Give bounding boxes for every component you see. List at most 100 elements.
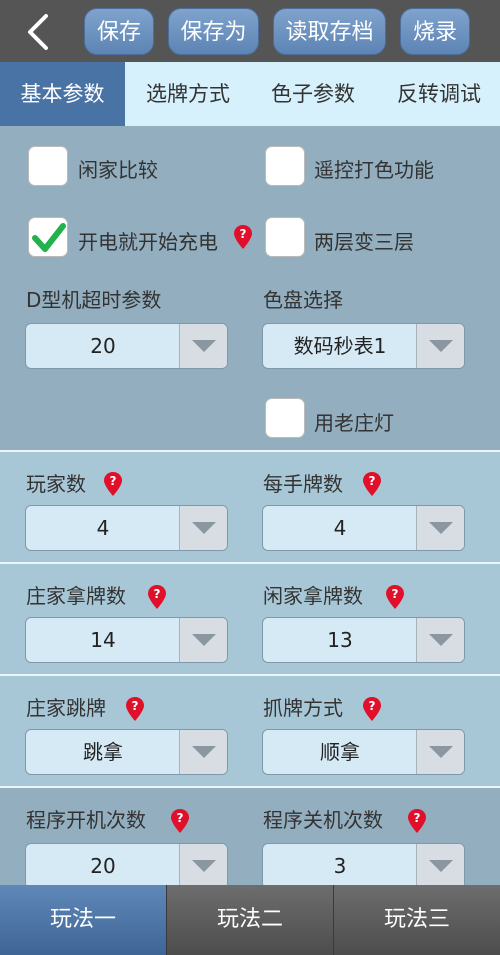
top-toolbar: 保存 保存为 读取存档 烧录 — [0, 0, 500, 62]
players-label: 玩家数 — [26, 472, 86, 496]
bottom-tab-mode-two[interactable]: 玩法二 — [167, 885, 334, 955]
tab-card-selection[interactable]: 选牌方式 — [128, 62, 248, 126]
chevron-left-icon — [28, 14, 48, 50]
dropdown-arrow[interactable] — [416, 506, 464, 550]
power-on-value: 20 — [90, 854, 116, 878]
idle-take-value: 13 — [327, 628, 353, 652]
dropdown-arrow[interactable] — [416, 730, 464, 774]
triangle-down-icon — [192, 634, 216, 646]
banker-jump-value: 跳拿 — [83, 740, 123, 764]
kai-dian-label: 开电就开始充电 — [78, 230, 218, 254]
banker-jump-label: 庄家跳牌 — [26, 696, 106, 720]
grab-mode-value: 顺拿 — [320, 740, 360, 764]
grab-mode-help-icon[interactable]: ? — [362, 696, 382, 722]
power-off-help-icon[interactable]: ? — [407, 808, 427, 834]
save-button[interactable]: 保存 — [84, 8, 154, 55]
triangle-down-icon — [429, 746, 453, 758]
tab-dice-params[interactable]: 色子参数 — [252, 62, 374, 126]
power-on-label: 程序开机次数 — [26, 808, 146, 832]
banker-take-label: 庄家拿牌数 — [26, 584, 126, 608]
idle-take-select[interactable]: 13 — [262, 617, 465, 663]
grab-mode-select[interactable]: 顺拿 — [262, 729, 465, 775]
banker-take-value: 14 — [90, 628, 116, 652]
per-hand-select[interactable]: 4 — [262, 505, 465, 551]
lao-zhuang-deng-label: 用老庄灯 — [314, 411, 394, 435]
power-off-label: 程序关机次数 — [263, 808, 383, 832]
svg-text:?: ? — [369, 474, 376, 488]
triangle-down-icon — [429, 860, 453, 872]
draw-mode-section: 庄家跳牌 ? 跳拿 抓牌方式 ? 顺拿 — [0, 676, 500, 786]
tab-basic-params[interactable]: 基本参数 — [0, 62, 125, 126]
lao-zhuang-deng-checkbox[interactable] — [265, 398, 305, 438]
triangle-down-icon — [192, 860, 216, 872]
tab-bar: 基本参数 选牌方式 色子参数 反转调试 — [0, 62, 500, 126]
dropdown-arrow[interactable] — [416, 844, 464, 885]
yao-kong-label: 遥控打色功能 — [314, 158, 434, 182]
power-count-section: 程序开机次数 ? 20 程序关机次数 ? 3 — [0, 788, 500, 885]
player-settings-section: 玩家数 ? 4 每手牌数 ? 4 — [0, 452, 500, 562]
bottom-tab-bar: 玩法一 玩法二 玩法三 — [0, 885, 500, 955]
power-on-select[interactable]: 20 — [25, 843, 228, 885]
xian-jia-bi-jiao-checkbox[interactable] — [28, 146, 68, 186]
se-pan-label: 色盘选择 — [263, 288, 343, 312]
idle-take-label: 闲家拿牌数 — [263, 584, 363, 608]
power-on-help-icon[interactable]: ? — [170, 808, 190, 834]
svg-text:?: ? — [154, 587, 161, 601]
banker-take-help-icon[interactable]: ? — [147, 584, 167, 610]
bottom-tab-mode-one[interactable]: 玩法一 — [0, 885, 167, 955]
banker-jump-select[interactable]: 跳拿 — [25, 729, 228, 775]
dropdown-arrow[interactable] — [179, 730, 227, 774]
svg-text:?: ? — [240, 227, 247, 241]
kai-dian-help-icon[interactable]: ? — [233, 224, 253, 250]
power-off-value: 3 — [333, 854, 347, 878]
se-pan-select[interactable]: 数码秒表1 — [262, 323, 465, 369]
per-hand-value: 4 — [333, 516, 347, 540]
svg-text:?: ? — [110, 474, 117, 488]
save-as-button[interactable]: 保存为 — [168, 8, 259, 55]
d-timeout-label: D型机超时参数 — [26, 288, 162, 312]
bottom-tab-mode-three[interactable]: 玩法三 — [334, 885, 500, 955]
svg-text:?: ? — [132, 699, 139, 713]
banker-jump-help-icon[interactable]: ? — [125, 696, 145, 722]
svg-text:?: ? — [392, 587, 399, 601]
tab-reverse-debug[interactable]: 反转调试 — [378, 62, 500, 126]
dropdown-arrow[interactable] — [179, 324, 227, 368]
back-button[interactable] — [22, 12, 56, 52]
dropdown-arrow[interactable] — [179, 506, 227, 550]
svg-text:?: ? — [414, 811, 421, 825]
liang-ceng-label: 两层变三层 — [314, 230, 414, 254]
triangle-down-icon — [192, 522, 216, 534]
banker-take-select[interactable]: 14 — [25, 617, 228, 663]
per-hand-help-icon[interactable]: ? — [362, 471, 382, 497]
checkmark-icon — [32, 223, 66, 252]
burn-button[interactable]: 烧录 — [400, 8, 470, 55]
load-archive-button[interactable]: 读取存档 — [273, 8, 386, 55]
take-count-section: 庄家拿牌数 ? 14 闲家拿牌数 ? 13 — [0, 564, 500, 674]
dropdown-arrow[interactable] — [416, 324, 464, 368]
dropdown-arrow[interactable] — [416, 618, 464, 662]
liang-ceng-checkbox[interactable] — [265, 217, 305, 257]
triangle-down-icon — [429, 522, 453, 534]
svg-text:?: ? — [177, 811, 184, 825]
per-hand-label: 每手牌数 — [263, 472, 343, 496]
triangle-down-icon — [429, 634, 453, 646]
d-timeout-select[interactable]: 20 — [25, 323, 228, 369]
players-help-icon[interactable]: ? — [103, 471, 123, 497]
d-timeout-value: 20 — [90, 334, 116, 358]
kai-dian-checkbox[interactable] — [28, 217, 68, 257]
xian-jia-bi-jiao-label: 闲家比较 — [78, 158, 158, 182]
svg-text:?: ? — [369, 699, 376, 713]
triangle-down-icon — [192, 340, 216, 352]
yao-kong-checkbox[interactable] — [265, 146, 305, 186]
dropdown-arrow[interactable] — [179, 844, 227, 885]
general-settings-section: 闲家比较 遥控打色功能 开电就开始充电 ? 两层变三层 D型机超时参数 20 色… — [0, 126, 500, 450]
grab-mode-label: 抓牌方式 — [263, 696, 343, 720]
players-value: 4 — [96, 516, 110, 540]
dropdown-arrow[interactable] — [179, 618, 227, 662]
power-off-select[interactable]: 3 — [262, 843, 465, 885]
triangle-down-icon — [192, 746, 216, 758]
se-pan-value: 数码秒表1 — [293, 334, 387, 358]
idle-take-help-icon[interactable]: ? — [385, 584, 405, 610]
players-select[interactable]: 4 — [25, 505, 228, 551]
triangle-down-icon — [429, 340, 453, 352]
